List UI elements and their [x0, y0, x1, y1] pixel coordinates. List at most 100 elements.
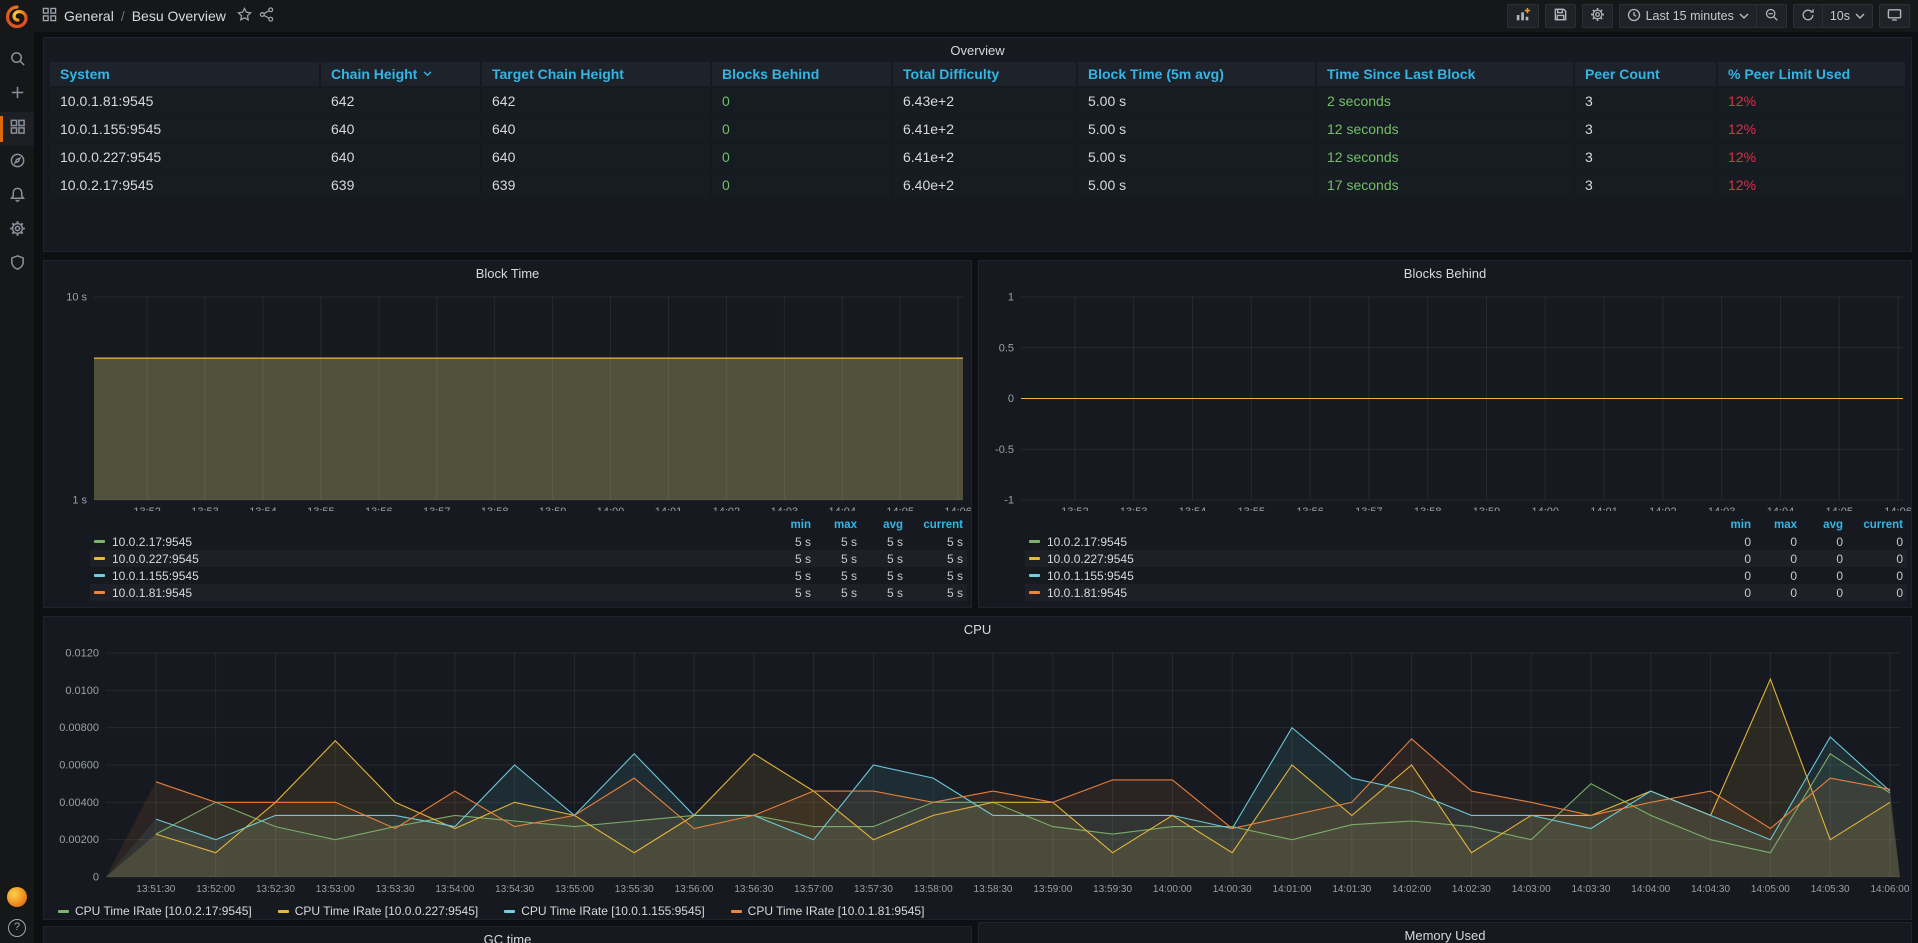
legend-series-name[interactable]: 10.0.1.155:9545: [112, 569, 765, 583]
user-avatar[interactable]: [7, 887, 27, 907]
svg-text:0.5: 0.5: [999, 342, 1014, 354]
panel-memory-used: Memory Used: [978, 922, 1912, 943]
legend-series-name[interactable]: 10.0.1.81:9545: [112, 586, 765, 600]
legend-series-name[interactable]: 10.0.0.227:9545: [1047, 552, 1705, 566]
table-cell: 6.40e+2: [893, 172, 1076, 198]
table-column-header[interactable]: Block Time (5m avg): [1078, 62, 1315, 86]
table-column-header[interactable]: % Peer Limit Used: [1718, 62, 1905, 86]
table-cell: 5.00 s: [1078, 172, 1315, 198]
sidebar-item-create[interactable]: [0, 78, 34, 112]
dashboard-settings-button[interactable]: [1582, 4, 1613, 28]
table-cell: 642: [482, 88, 710, 114]
zoom-out-icon: [1764, 7, 1779, 25]
svg-text:13:52: 13:52: [1061, 506, 1089, 511]
legend-stat-value: 0: [1751, 552, 1797, 566]
legend-series-name[interactable]: 10.0.1.155:9545: [1047, 569, 1705, 583]
panel-title-blocks-behind[interactable]: Blocks Behind: [979, 261, 1911, 285]
legend-stat-label[interactable]: avg: [857, 519, 903, 531]
svg-text:13:56:30: 13:56:30: [734, 884, 773, 893]
blocks-behind-chart[interactable]: 10.50-0.5-113:5213:5313:5413:5513:5613:5…: [979, 285, 1911, 511]
dashboards-grid-icon: [9, 118, 26, 140]
dashboard-toolbar: Last 15 minutes 10s: [1507, 4, 1910, 28]
legend-stat-label[interactable]: current: [903, 519, 963, 531]
sidebar-item-server-admin[interactable]: [0, 248, 34, 282]
panel-title-gc-time[interactable]: GC time: [44, 927, 971, 943]
table-cell: 3: [1575, 88, 1716, 114]
legend-stat-label[interactable]: current: [1843, 519, 1903, 531]
cycle-view-mode-button[interactable]: [1879, 4, 1910, 28]
svg-text:0: 0: [93, 872, 99, 884]
table-column-header[interactable]: Total Difficulty: [893, 62, 1076, 86]
panel-title-block-time[interactable]: Block Time: [44, 261, 971, 285]
svg-text:13:53:00: 13:53:00: [316, 884, 355, 893]
svg-text:13:54: 13:54: [1179, 506, 1207, 511]
legend-item[interactable]: CPU Time IRate [10.0.0.227:9545]: [278, 904, 478, 918]
legend-stat-label[interactable]: avg: [1797, 519, 1843, 531]
legend-series-name[interactable]: 10.0.2.17:9545: [112, 535, 765, 549]
refresh-interval-picker[interactable]: 10s: [1823, 4, 1873, 28]
svg-text:14:05: 14:05: [1825, 506, 1853, 511]
legend-stat-label[interactable]: max: [1751, 519, 1797, 531]
legend-stat-label[interactable]: min: [1705, 519, 1751, 531]
breadcrumb-folder[interactable]: General: [64, 8, 114, 24]
legend-item[interactable]: CPU Time IRate [10.0.1.155:9545]: [504, 904, 704, 918]
refresh-interval-label: 10s: [1830, 9, 1850, 23]
help-icon[interactable]: ?: [8, 919, 26, 937]
table-column-header[interactable]: Peer Count: [1575, 62, 1716, 86]
legend-series-name[interactable]: 10.0.0.227:9545: [112, 552, 765, 566]
table-cell: 6.41e+2: [893, 116, 1076, 142]
sidebar-item-configuration[interactable]: [0, 214, 34, 248]
legend-item[interactable]: CPU Time IRate [10.0.1.81:9545]: [731, 904, 925, 918]
svg-text:13:55: 13:55: [307, 506, 335, 511]
table-column-header[interactable]: Target Chain Height: [482, 62, 710, 86]
svg-text:14:04: 14:04: [829, 506, 857, 511]
legend-row: 10.0.1.81:95450000: [1025, 584, 1907, 601]
svg-text:14:05: 14:05: [886, 506, 914, 511]
zoom-out-button[interactable]: [1757, 4, 1787, 28]
sidebar-item-explore[interactable]: [0, 146, 34, 180]
panel-title-cpu[interactable]: CPU: [44, 617, 1911, 641]
table-cell: 17 seconds: [1317, 172, 1573, 198]
sidebar-item-dashboards[interactable]: [0, 112, 34, 146]
legend-stat-label[interactable]: min: [765, 519, 811, 531]
breadcrumb-dashboard-title[interactable]: Besu Overview: [132, 8, 226, 24]
table-column-header[interactable]: Time Since Last Block: [1317, 62, 1573, 86]
legend-stat-value: 0: [1843, 552, 1903, 566]
legend-series-name[interactable]: 10.0.2.17:9545: [1047, 535, 1705, 549]
legend-row: 10.0.0.227:95455 s5 s5 s5 s: [90, 550, 967, 567]
svg-text:14:01: 14:01: [655, 506, 683, 511]
grafana-logo-icon[interactable]: [4, 4, 30, 30]
table-cell: 640: [482, 144, 710, 170]
svg-text:1: 1: [1008, 292, 1014, 304]
legend-stat-label[interactable]: max: [811, 519, 857, 531]
svg-text:13:56: 13:56: [1296, 506, 1324, 511]
table-column-header[interactable]: Chain Height: [321, 62, 480, 86]
legend-series-name[interactable]: 10.0.1.81:9545: [1047, 586, 1705, 600]
svg-text:13:54:00: 13:54:00: [435, 884, 474, 893]
svg-text:14:00:30: 14:00:30: [1213, 884, 1252, 893]
panel-title-overview[interactable]: Overview: [44, 38, 1911, 62]
table-column-header[interactable]: Blocks Behind: [712, 62, 891, 86]
block-time-chart[interactable]: 10 s1 s13:5213:5313:5413:5513:5613:5713:…: [44, 285, 971, 511]
legend-item[interactable]: CPU Time IRate [10.0.2.17:9545]: [58, 904, 252, 918]
legend-stat-value: 5 s: [765, 569, 811, 583]
time-range-picker[interactable]: Last 15 minutes: [1619, 4, 1757, 28]
blocks-behind-legend: minmaxavgcurrent10.0.2.17:9545000010.0.0…: [979, 516, 1911, 601]
panel-title-memory-used[interactable]: Memory Used: [979, 923, 1911, 943]
star-icon[interactable]: [237, 7, 252, 25]
refresh-button[interactable]: [1793, 4, 1823, 28]
sidebar-item-search[interactable]: [0, 44, 34, 78]
table-column-header[interactable]: System: [50, 62, 319, 86]
sidebar-item-alerting[interactable]: [0, 180, 34, 214]
cpu-chart[interactable]: 0.01200.01000.008000.006000.004000.00200…: [44, 641, 1911, 893]
table-cell: 2 seconds: [1317, 88, 1573, 114]
breadcrumb: General / Besu Overview: [42, 7, 274, 25]
share-icon[interactable]: [259, 7, 274, 25]
svg-text:13:57: 13:57: [423, 506, 451, 511]
add-panel-button[interactable]: [1507, 4, 1539, 28]
legend-stat-value: 0: [1705, 552, 1751, 566]
svg-text:14:03: 14:03: [771, 506, 799, 511]
clock-icon: [1627, 8, 1641, 25]
panel-block-time: Block Time 10 s1 s13:5213:5313:5413:5513…: [43, 260, 972, 608]
save-dashboard-button[interactable]: [1545, 4, 1576, 28]
